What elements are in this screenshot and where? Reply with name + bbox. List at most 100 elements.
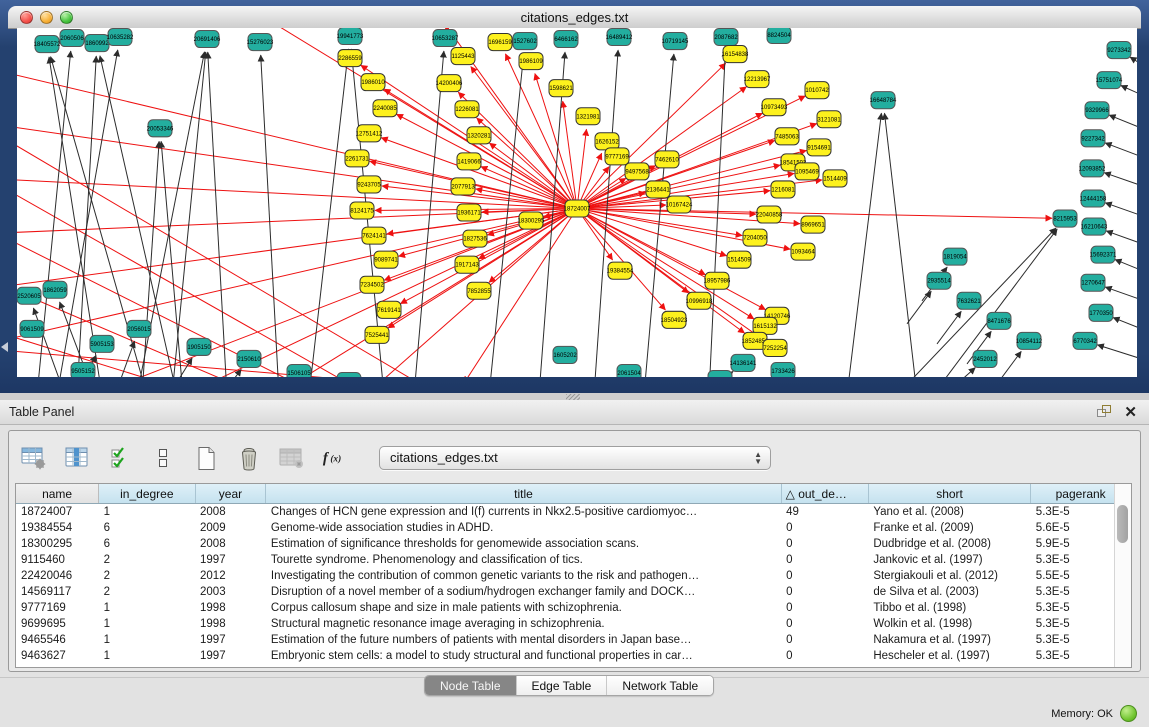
- table-panel-header: Table Panel ✕: [0, 400, 1149, 425]
- network-window-titlebar[interactable]: citations_edges.txt: [8, 6, 1141, 29]
- graph-node-label: 1905150: [187, 345, 211, 351]
- table-row[interactable]: 2242004622012Investigating the contribut…: [16, 568, 1131, 584]
- graph-node-label: 2087682: [714, 35, 738, 41]
- graph-node-label: 8969651: [801, 223, 825, 229]
- table-row[interactable]: 969969511998Structural magnetic resonanc…: [16, 616, 1131, 632]
- cell-short: Tibbo et al. (1998): [868, 600, 1030, 616]
- cell-in_degree: 1: [99, 632, 195, 648]
- column-header-in_degree[interactable]: in_degree: [99, 484, 195, 504]
- row-height-icon[interactable]: [148, 443, 178, 473]
- float-panel-icon[interactable]: [1096, 404, 1112, 421]
- cell-name: 18724007: [16, 504, 99, 521]
- cell-short: Franke et al. (2009): [868, 520, 1030, 536]
- close-panel-icon[interactable]: ✕: [1124, 405, 1137, 420]
- table-options-icon[interactable]: [19, 443, 49, 473]
- graph-node-label: 1986109: [519, 59, 543, 65]
- node-table-container: f (x) citations_edges.txt ▲▼ namein_degr…: [8, 430, 1141, 672]
- show-column-icon[interactable]: [62, 443, 92, 473]
- graph-edge: [1105, 203, 1137, 225]
- graph-node-label: 1514409: [823, 176, 847, 182]
- graph-edge: [288, 209, 577, 377]
- graph-node-label: 12093852: [1079, 166, 1106, 172]
- tab-edge-table[interactable]: Edge Table: [517, 676, 608, 695]
- column-header-year[interactable]: year: [195, 484, 266, 504]
- cell-name: 9115460: [16, 552, 99, 568]
- network-canvas[interactable]: 1840557220605061860992106352822069140615…: [17, 28, 1137, 377]
- graph-node-label: 6466162: [554, 37, 578, 43]
- cell-short: de Silva et al. (2003): [868, 584, 1030, 600]
- graph-node-label: 9154691: [807, 145, 831, 151]
- graph-node-label: 9329966: [1085, 108, 1109, 114]
- new-document-icon[interactable]: [191, 443, 221, 473]
- graph-edge: [261, 55, 279, 377]
- graph-node-label: 2286559: [338, 56, 362, 62]
- table-row[interactable]: 1830029562008Estimation of significance …: [16, 536, 1131, 552]
- table-row[interactable]: 946362711997Embryonic stem cells: a mode…: [16, 648, 1131, 664]
- column-header-short[interactable]: short: [868, 484, 1030, 504]
- graph-edge: [1104, 173, 1137, 195]
- graph-node-label: 8471676: [987, 319, 1011, 325]
- cell-title: Structural magnetic resonance image aver…: [266, 616, 781, 632]
- graph-node-label: 12213967: [744, 77, 771, 83]
- tab-node-table[interactable]: Node Table: [425, 676, 517, 695]
- vertical-scrollbar[interactable]: [1114, 484, 1131, 667]
- scrollbar-thumb[interactable]: [1117, 505, 1128, 543]
- graph-node-label: 20053346: [147, 126, 174, 132]
- citation-network-graph: 1840557220605061860992106352822069140615…: [17, 28, 1137, 377]
- graph-edge: [1097, 345, 1137, 367]
- collapse-panel-arrow-icon[interactable]: [1, 342, 8, 352]
- graph-node-label: 2056015: [127, 327, 151, 333]
- cell-name: 18300295: [16, 536, 99, 552]
- column-header-title[interactable]: title: [266, 484, 781, 504]
- cell-title: Genome-wide association studies in ADHD.: [266, 520, 781, 536]
- graph-node-label: 7485063: [775, 134, 799, 140]
- graph-node-label: 1527602: [513, 39, 537, 45]
- graph-node-label: 9273342: [1107, 48, 1131, 54]
- cell-short: Nakamura et al. (1997): [868, 632, 1030, 648]
- cell-title: Estimation of the future numbers of pati…: [266, 632, 781, 648]
- cell-out_degree: 0: [781, 648, 868, 664]
- graph-node-label: 16489412: [606, 35, 633, 41]
- graph-edge: [1105, 143, 1137, 166]
- graph-node-label: 1598621: [549, 86, 573, 92]
- cell-out_degree: 0: [781, 600, 868, 616]
- delete-trash-icon[interactable]: [234, 443, 264, 473]
- column-header-out_de[interactable]: △ out_de…: [781, 484, 868, 504]
- column-header-name[interactable]: name: [16, 484, 99, 504]
- table-row[interactable]: 1938455462009Genome-wide association stu…: [16, 520, 1131, 536]
- memory-ok-indicator-icon: [1120, 705, 1137, 722]
- graph-node-label: 9777169: [605, 154, 629, 160]
- table-row[interactable]: 1456911722003Disruption of a novel membe…: [16, 584, 1131, 600]
- select-columns-icon[interactable]: [105, 443, 135, 473]
- graph-node-label: 1986010: [361, 80, 385, 86]
- table-mode-tabs: Node Table Edge Table Network Table: [424, 675, 714, 696]
- graph-node[interactable]: [337, 372, 361, 377]
- graph-node-label: 9061509: [20, 327, 44, 333]
- graph-edge: [577, 209, 665, 311]
- cell-in_degree: 6: [99, 536, 195, 552]
- graph-node-label: 18724007: [564, 207, 591, 213]
- graph-node-label: 1419066: [457, 159, 481, 165]
- function-builder-icon[interactable]: f (x): [320, 443, 350, 473]
- graph-node-label: 10854112: [1016, 339, 1043, 345]
- graph-node-label: 1819054: [943, 255, 967, 261]
- graph-edge: [1121, 85, 1137, 106]
- cell-title: Estimation of significance thresholds fo…: [266, 536, 781, 552]
- graph-edge: [477, 118, 577, 209]
- graph-node-label: 8124175: [350, 209, 374, 215]
- table-row[interactable]: 1872400712008Changes of HCN gene express…: [16, 504, 1131, 521]
- cell-year: 2003: [195, 584, 266, 600]
- cell-name: 22420046: [16, 568, 99, 584]
- table-row[interactable]: 911546021997Tourette syndrome. Phenomeno…: [16, 552, 1131, 568]
- graph-node-label: 22040858: [756, 213, 783, 219]
- tab-network-table[interactable]: Network Table: [607, 676, 713, 695]
- table-row[interactable]: 946554611997Estimation of the future num…: [16, 632, 1131, 648]
- graph-node-label: 7624141: [362, 234, 386, 240]
- graph-edge: [577, 209, 745, 334]
- table-row[interactable]: 977716911998Corpus callosum shape and si…: [16, 600, 1131, 616]
- graph-node-label: 10719145: [662, 39, 689, 45]
- graph-edge: [489, 54, 524, 377]
- cell-in_degree: 1: [99, 600, 195, 616]
- graph-node-label: 8215953: [1053, 217, 1077, 223]
- network-table-select[interactable]: citations_edges.txt ▲▼: [379, 446, 771, 470]
